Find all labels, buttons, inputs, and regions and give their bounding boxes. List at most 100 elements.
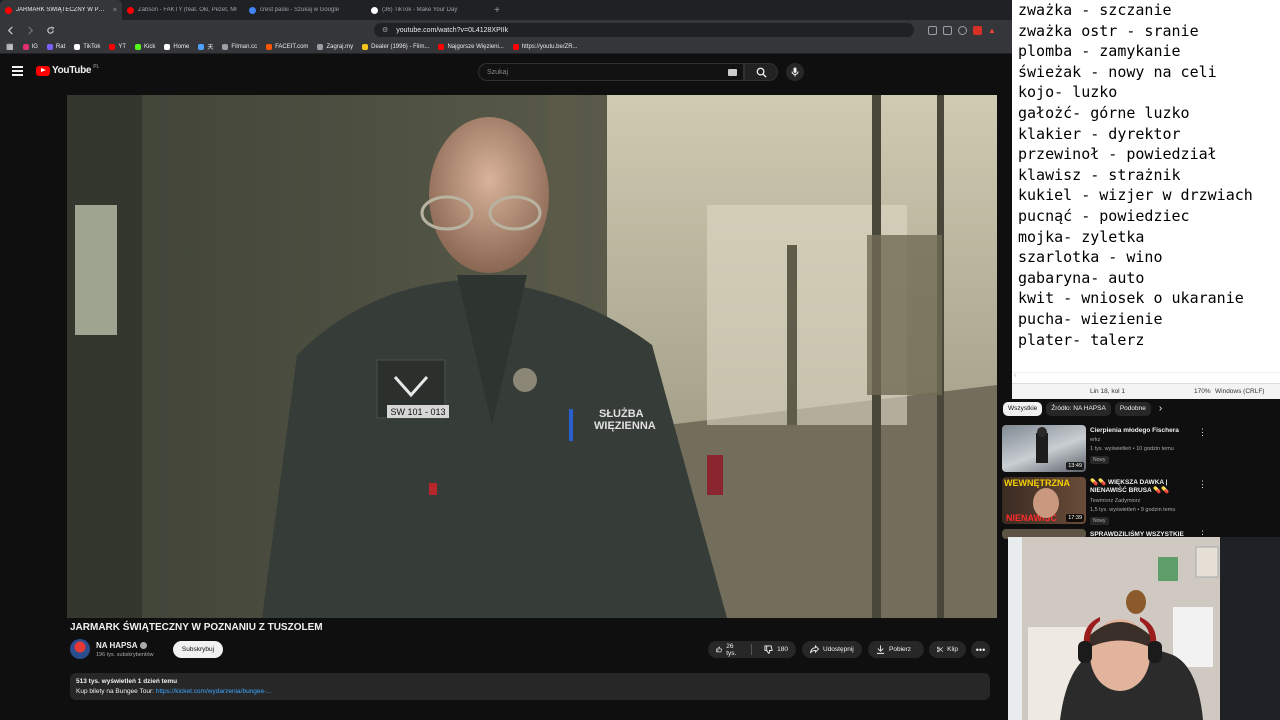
bookmark-item[interactable]: 天 (198, 42, 213, 51)
video-thumbnail[interactable]: WEWNĘTRZNA NIENAWIŚĆ 17:39 (1002, 477, 1086, 524)
new-badge: Nowy (1090, 456, 1109, 464)
bookmark-item[interactable]: IG (22, 43, 38, 50)
search-button[interactable] (744, 63, 778, 81)
dislike-count: 180 (777, 646, 788, 653)
tab-strip: JARMARK ŚWIĄTECZNY W POZNANIU × Zabson -… (0, 0, 1012, 20)
bookmark-item[interactable]: Kick (135, 43, 155, 50)
related-video-meta: 1,5 tys. wyświetleń • 9 godzin temu (1090, 507, 1176, 513)
share-button[interactable]: Udostępnij (802, 641, 862, 658)
video-player[interactable]: SW 101 - 013 SŁUŻBA WIĘZIENNA (67, 95, 997, 618)
tab-zabson[interactable]: Zabson - FAKTY (feat. Oki, Pezet, Mł (122, 0, 244, 20)
bookmark-star-icon[interactable] (958, 25, 967, 35)
horizontal-scrollbar[interactable]: ‹ (1012, 372, 1280, 382)
cast-icon[interactable] (928, 25, 937, 35)
google-favicon-icon (249, 6, 256, 14)
subscribe-button[interactable]: Subskrybuj (173, 641, 223, 658)
video-title: JARMARK ŚWIĄTECZNY W POZNANIU Z TUSZOLEM (70, 622, 323, 633)
bookmark-favicon-icon (46, 43, 53, 50)
warning-icon[interactable]: ▲ (988, 26, 996, 35)
notepad-line: pucha- wiezienie (1018, 309, 1163, 328)
youtube-wordmark: YouTube (52, 65, 92, 76)
scroll-left-arrow-icon[interactable]: ‹ (1014, 373, 1016, 379)
channel-avatar[interactable] (70, 639, 90, 659)
notepad-line: plater- talerz (1018, 330, 1145, 349)
share-page-icon[interactable] (943, 25, 952, 35)
menu-hamburger-icon[interactable] (12, 66, 23, 76)
chip-all[interactable]: Wszystkie (1003, 401, 1043, 416)
related-video-channel[interactable]: Tewmiorz Zadymiorz (1090, 498, 1140, 504)
back-arrow-icon[interactable] (4, 24, 16, 36)
reload-icon[interactable] (44, 24, 56, 36)
scissors-icon (937, 646, 944, 653)
youtube-logo[interactable]: YouTube PL (36, 64, 99, 76)
address-bar[interactable]: ⚙ youtube.com/watch?v=0L4128XPIIk (374, 23, 914, 37)
more-actions-button[interactable]: ••• (971, 641, 990, 658)
bookmark-favicon-icon (438, 43, 445, 50)
bookmark-item[interactable]: Filman.cc (222, 43, 257, 50)
tab-title: JARMARK ŚWIĄTECZNY W POZNANIU (16, 7, 109, 13)
voice-search-button[interactable] (786, 63, 804, 81)
related-video-item[interactable]: WEWNĘTRZNA NIENAWIŚĆ 17:39 💊💊 WIĘKSZA DA… (1002, 477, 1212, 527)
search-input[interactable]: Szukaj (478, 63, 744, 81)
site-info-icon[interactable]: ⚙ (382, 26, 388, 34)
notepad-line: zważka - szczanie (1018, 1, 1172, 19)
chip-related[interactable]: Podobne (1114, 401, 1151, 416)
description-link[interactable]: https://kicket.com/wydarzenia/bungee-... (156, 688, 272, 695)
forward-arrow-icon[interactable] (24, 24, 36, 36)
clip-label: Klip (947, 646, 958, 653)
tab-youtube-video[interactable]: JARMARK ŚWIĄTECZNY W POZNANIU × (0, 0, 122, 20)
bookmark-item[interactable]: https://youtu.be/ZR... (512, 43, 578, 50)
bookmark-favicon-icon (222, 43, 229, 50)
more-vertical-icon[interactable]: ⋮ (1198, 427, 1207, 438)
chip-from-channel[interactable]: Źródło: NA HAPSA (1046, 401, 1111, 416)
bookmark-item[interactable]: YT (109, 43, 127, 50)
tab-google-search[interactable]: crest paski - Szukaj w Google (244, 0, 366, 20)
clip-button[interactable]: Klip (929, 641, 966, 658)
bookmark-favicon-icon (198, 43, 205, 50)
thumbs-down-icon (764, 645, 773, 654)
download-button[interactable]: Pobierz (868, 641, 924, 658)
description-box[interactable]: 513 tys. wyświetleń 1 dzień temu Kup bil… (70, 673, 990, 700)
notepad-line: kukiel - wizjer w drzwiach (1018, 186, 1253, 205)
new-tab-button[interactable]: + (488, 0, 506, 20)
notepad-window: zważka - szczanie zważka ostr - sranie plo… (1012, 0, 1280, 399)
line-ending: Windows (CRLF) (1215, 388, 1265, 395)
bookmark-item[interactable]: Najgorsze Więzieni... (438, 43, 504, 50)
zoom-level: 170% (1194, 388, 1211, 395)
bookmark-label: YT (118, 43, 127, 50)
url-text: youtube.com/watch?v=0L4128XPIIk (396, 26, 509, 34)
dislike-button[interactable]: 180 (756, 641, 796, 658)
video-thumbnail[interactable]: 13:49 (1002, 425, 1086, 472)
bookmark-item[interactable]: Home (164, 43, 189, 50)
close-tab-icon[interactable]: × (113, 7, 117, 14)
more-vertical-icon[interactable]: ⋮ (1198, 479, 1207, 490)
related-video-channel[interactable]: erkz (1090, 437, 1100, 443)
bookmark-favicon-icon (135, 43, 142, 50)
apps-grid-icon[interactable]: ▦ (6, 42, 14, 51)
browser-window: JARMARK ŚWIĄTECZNY W POZNANIU × Zabson -… (0, 0, 1012, 720)
bookmark-favicon-icon (109, 43, 116, 50)
bookmark-item[interactable]: Dealer (1996) - Film... (362, 43, 429, 50)
keyboard-icon[interactable] (728, 69, 737, 76)
notepad-line: kojo- luzko (1018, 83, 1118, 102)
bookmark-item[interactable]: TikTok (74, 43, 101, 50)
description-text: Kup bilety na Bungee Tour: (76, 688, 156, 695)
tab-tiktok[interactable]: (36) TikTok - Make Your Day (366, 0, 488, 20)
video-frame: SW 101 - 013 SŁUŻBA WIĘZIENNA (67, 95, 997, 618)
channel-name-block[interactable]: NA HAPSA (96, 641, 148, 650)
related-video-item[interactable]: 13:49 Cierpienia młodego Fischera erkz 1… (1002, 425, 1212, 475)
bookmark-item[interactable]: Rat (46, 43, 65, 50)
chevron-right-icon[interactable]: › (1159, 403, 1162, 414)
notepad-text-area[interactable]: zważka - szczanie zważka ostr - sranie plo… (1018, 0, 1280, 350)
thumbs-up-icon (716, 646, 722, 653)
channel-name[interactable]: NA HAPSA (96, 641, 137, 650)
related-filter-chips: Wszystkie Źródło: NA HAPSA Podobne › (1001, 399, 1280, 418)
related-video-title: Cierpienia młodego Fischera (1090, 427, 1179, 434)
tab-title: Zabson - FAKTY (feat. Oki, Pezet, Mł (138, 7, 237, 13)
bookmark-item[interactable]: FACEIT.com (266, 43, 308, 50)
bookmark-item[interactable]: Zagraj.my (317, 43, 353, 50)
uniform-badge-line2: WIĘZIENNA (594, 420, 656, 432)
bookmark-label: TikTok (83, 43, 101, 50)
like-button[interactable]: 26 tys. (708, 641, 747, 658)
extension-icon[interactable] (973, 25, 982, 35)
